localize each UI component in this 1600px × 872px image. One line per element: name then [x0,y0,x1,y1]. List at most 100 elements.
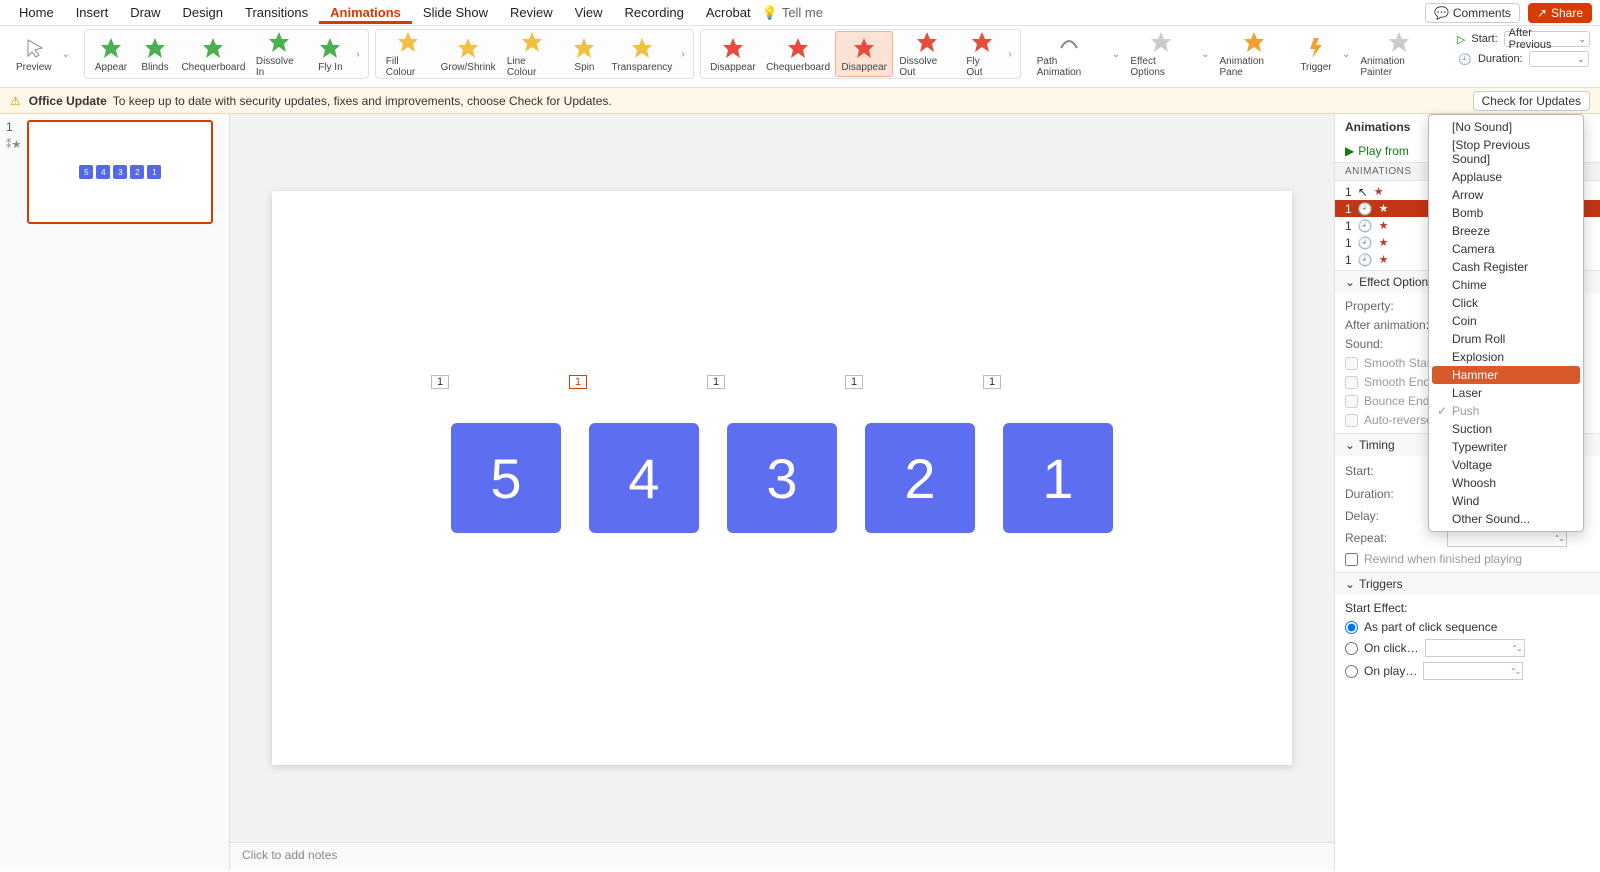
effect-options-button[interactable]: Effect Options [1124,31,1197,77]
box-3[interactable]: 3 [727,423,837,533]
effect-fly-in[interactable]: Fly In [308,31,352,77]
sound-item[interactable]: Laser [1432,384,1580,402]
tab-draw[interactable]: Draw [119,1,171,24]
trigger-caret[interactable]: ⌄ [1338,49,1354,60]
effect-fly-out[interactable]: Fly Out [960,31,1004,77]
tab-acrobat[interactable]: Acrobat [695,1,762,24]
tab-home[interactable]: Home [8,1,65,24]
star-green-icon [99,36,123,60]
sound-item[interactable]: Drum Roll [1432,330,1580,348]
check-updates-button[interactable]: Check for Updates [1473,91,1590,111]
sound-item[interactable]: Click [1432,294,1580,312]
effect-chequerboard-out[interactable]: Chequerboard [761,31,835,77]
preview-button[interactable]: Preview [10,31,58,77]
sound-item[interactable]: Voltage [1432,456,1580,474]
effect-dissolve-out[interactable]: Dissolve Out [893,31,960,77]
tab-review[interactable]: Review [499,1,564,24]
sound-item[interactable]: Typewriter [1432,438,1580,456]
triggers-header[interactable]: ⌄ Triggers [1335,573,1600,595]
tab-design[interactable]: Design [172,1,234,24]
sound-item[interactable]: [Stop Previous Sound] [1432,136,1580,168]
start-combo[interactable]: After Previous [1504,31,1590,47]
ribbon-timing: ▷ Start: After Previous 🕘 Duration: [1453,29,1594,79]
sound-item[interactable]: Applause [1432,168,1580,186]
sound-item[interactable]: Coin [1432,312,1580,330]
tab-recording[interactable]: Recording [614,1,695,24]
effect-disappear-b[interactable]: Disappear [835,31,893,77]
slide-canvas[interactable]: 15 14 13 12 11 [272,191,1292,765]
box-4[interactable]: 4 [589,423,699,533]
sound-item[interactable]: Whoosh [1432,474,1580,492]
trigger-on-play[interactable]: On play… [1345,662,1590,680]
box-5[interactable]: 5 [451,423,561,533]
effect-spin[interactable]: Spin [562,31,606,77]
effect-appear[interactable]: Appear [89,31,133,77]
effect-opts-caret[interactable]: ⌄ [1197,49,1213,60]
tab-transitions[interactable]: Transitions [234,1,319,24]
box-1[interactable]: 1 [1003,423,1113,533]
trigger-as-part[interactable]: As part of click sequence [1345,620,1590,634]
emphasis-more[interactable]: › [677,49,688,60]
share-button[interactable]: ↗ Share [1528,3,1592,23]
effect-line-colour[interactable]: Line Colour [501,31,563,77]
anim-tools: Path Animation ⌄ Effect Options ⌄ Animat… [1027,29,1447,79]
trigger-on-click[interactable]: On click… [1345,639,1590,657]
star-yellow-icon [520,30,544,54]
pane-icon [1242,30,1266,54]
tab-insert[interactable]: Insert [65,1,120,24]
rewind-check[interactable]: Rewind when finished playing [1345,552,1590,566]
sound-item[interactable]: Wind [1432,492,1580,510]
tab-view[interactable]: View [564,1,614,24]
effect-disappear-a[interactable]: Disappear [705,31,761,77]
sound-item[interactable]: Arrow [1432,186,1580,204]
anim-tag[interactable]: 1 [845,375,863,389]
sound-item[interactable]: Bomb [1432,204,1580,222]
sound-item[interactable]: Push [1432,402,1580,420]
exit-more[interactable]: › [1004,49,1015,60]
anim-tag[interactable]: 1 [569,375,587,389]
trigger-button[interactable]: Trigger [1294,31,1338,77]
effect-chequerboard[interactable]: Chequerboard [177,31,250,77]
sound-item[interactable]: Explosion [1432,348,1580,366]
animation-pane-button[interactable]: Animation Pane [1214,31,1294,77]
box-2[interactable]: 2 [865,423,975,533]
sound-label: Sound: [1345,337,1441,351]
sound-item[interactable]: Breeze [1432,222,1580,240]
preview-caret[interactable]: ⌄ [58,49,74,60]
notes-placeholder[interactable]: Click to add notes [230,842,1334,870]
animation-painter-button[interactable]: Animation Painter [1354,31,1443,77]
sound-item[interactable]: Cash Register [1432,258,1580,276]
slide-thumbnail-1[interactable]: 5 4 3 2 1 [27,120,213,224]
star-red-icon [721,36,745,60]
animations-pane: Animations ▶ Play from ANIMATIONS 1↖★ 1🕘… [1334,114,1600,870]
comments-button[interactable]: 💬 Comments [1425,3,1520,23]
duration-combo[interactable] [1529,51,1589,67]
effect-dissolve-in[interactable]: Dissolve In [250,31,309,77]
tell-me[interactable]: 💡 Tell me [762,5,823,21]
effect-grow-shrink[interactable]: Grow/Shrink [435,31,500,77]
anim-tag[interactable]: 1 [983,375,1001,389]
sound-item[interactable]: Hammer [1432,366,1580,384]
effect-transparency[interactable]: Transparency [606,31,677,77]
sound-item[interactable]: Other Sound... [1432,510,1580,528]
sound-item[interactable]: Suction [1432,420,1580,438]
sound-item[interactable]: Chime [1432,276,1580,294]
anim-tag[interactable]: 1 [431,375,449,389]
star-red-icon: ★ [1379,202,1389,215]
entrance-more[interactable]: › [352,49,363,60]
tab-slideshow[interactable]: Slide Show [412,1,499,24]
on-play-select[interactable] [1423,662,1523,680]
on-click-select[interactable] [1425,639,1525,657]
anim-tag[interactable]: 1 [707,375,725,389]
exit-gallery: Disappear Chequerboard Disappear Dissolv… [700,29,1021,79]
sound-item[interactable]: Camera [1432,240,1580,258]
star-yellow-icon [572,36,596,60]
sound-item[interactable]: [No Sound] [1432,118,1580,136]
tab-animations[interactable]: Animations [319,1,412,24]
pane-title: Animations [1345,120,1410,134]
effect-fill-colour[interactable]: Fill Colour [380,31,436,77]
start-label: Start: [1471,33,1497,45]
effect-blinds[interactable]: Blinds [133,31,177,77]
path-caret[interactable]: ⌄ [1108,49,1124,60]
path-animation-button[interactable]: Path Animation [1031,31,1108,77]
